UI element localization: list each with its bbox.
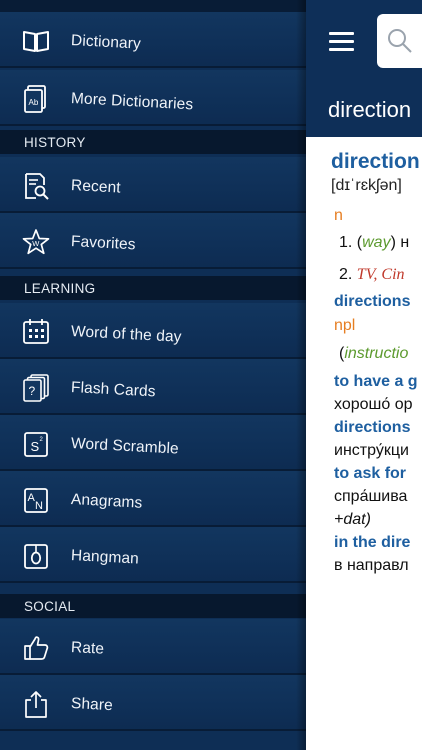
phrase-translation: хорошо́ ор [334,396,413,413]
anagrams-icon: A N [24,488,48,513]
menu-item-rate[interactable]: Rate [0,619,306,675]
book-icon [23,31,49,52]
dictionary-entry: direction [dɪˈrɛkʃən] n 1. (way) н 2. TV… [306,137,422,750]
menu-item-recent[interactable]: Recent [0,157,306,213]
menu-item-label: Word Scramble [70,435,180,458]
menu-top-divider [0,0,306,12]
menu-item-label: Rate [70,639,105,658]
top-bar: direction [306,0,422,137]
sense-1: 1. (way) н [339,234,410,251]
transcription: [dɪˈrɛkʃən] [331,177,402,194]
share-icon [25,691,47,718]
menu-item-dictionary[interactable]: Dictionary [0,12,306,68]
thumbs-up-icon [24,636,49,660]
svg-text:N: N [35,500,43,512]
menu-item-more-dictionaries[interactable]: Ab More Dictionaries [0,70,306,126]
flash-cards-icon: ? [23,374,49,402]
menu-item-label: More Dictionaries [70,90,194,114]
recent-list-icon [25,173,49,200]
menu-item-label: Share [70,695,114,715]
menu-item-label: Recent [70,177,122,197]
phrase-headword[interactable]: in the dire [334,534,410,552]
menu-item-anagrams[interactable]: A N Anagrams [0,471,306,527]
calendar-icon [23,319,49,344]
phrase-translation: в направл [334,557,409,574]
headword: direction [331,150,420,173]
phrase-headword[interactable]: directions [334,419,410,437]
svg-text:W: W [32,239,40,248]
phrase-note: +dat) [334,511,371,528]
menu-item-label: Word of the day [70,323,182,346]
search-icon [388,29,412,53]
menu-item-label: Favorites [70,233,137,254]
hamburger-icon [329,32,354,35]
menu-item-share[interactable]: Share [0,675,306,731]
sense-2: 2. TV, Cin [339,266,405,283]
phrase-translation: спра́шива [334,488,408,505]
menu-item-word-scramble[interactable]: S 2 Word Scramble [0,415,306,471]
menu-item-label: Hangman [70,547,140,568]
menu-button[interactable] [329,32,354,52]
hamburger-icon [329,40,354,43]
menu-item-word-of-the-day[interactable]: Word of the day [0,303,306,359]
star-icon: W [22,229,50,255]
menu-item-favorites[interactable]: W Favorites [0,213,306,269]
phrase-gloss: (instructio [339,345,409,362]
phrase-headword[interactable]: directions [334,293,410,311]
svg-text:S: S [31,439,40,454]
history-section-header: HISTORY [0,130,306,154]
svg-text:2: 2 [40,437,44,443]
phrase-headword[interactable]: to have a g [334,373,418,391]
side-menu: Dictionary Ab More Dictionaries HISTORY … [0,0,306,750]
search-input[interactable] [377,14,422,68]
current-word-title: direction [328,97,412,122]
hamburger-icon [329,48,354,51]
word-scramble-icon: S 2 [24,432,48,457]
menu-item-flash-cards[interactable]: ? Flash Cards [0,359,306,415]
menu-item-label: Flash Cards [70,379,157,401]
svg-text:Ab: Ab [29,98,39,107]
menu-item-label: Dictionary [70,32,142,53]
phrase-translation: инстру́кци [334,442,409,459]
panel-shadow [296,0,306,750]
part-of-speech: n [334,207,343,224]
learning-section-header: LEARNING [0,276,306,300]
phrase-headword[interactable]: to ask for [334,465,406,483]
social-section-header: SOCIAL [0,594,306,618]
menu-item-label: Anagrams [70,491,143,512]
menu-item-hangman[interactable]: Hangman [0,527,306,583]
part-of-speech: npl [334,317,356,334]
svg-text:?: ? [29,384,36,398]
hangman-icon [24,544,48,569]
dictionaries-icon: Ab [24,85,46,113]
